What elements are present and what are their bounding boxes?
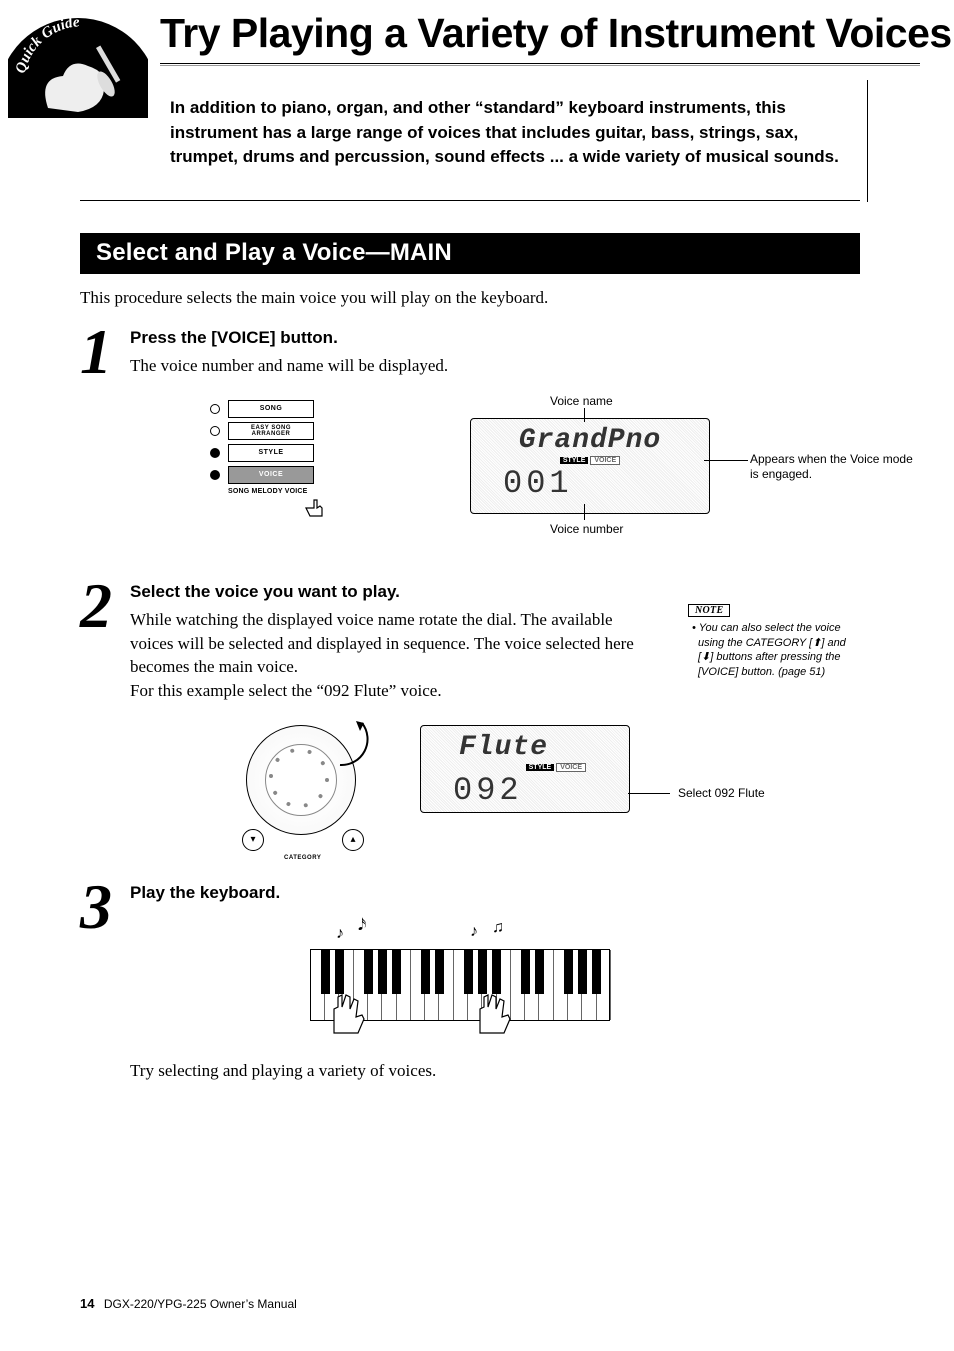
quick-guide-badge: Quick Guide: [8, 8, 148, 118]
music-note-icon: ♫: [492, 919, 504, 937]
page-footer: 14 DGX-220/YPG-225 Owner’s Manual: [80, 1296, 297, 1311]
intro-text: In addition to piano, organ, and other “…: [170, 96, 850, 170]
style-button-graphic: STYLE: [228, 444, 314, 462]
lcd-style-badge: STYLE: [526, 764, 555, 771]
step-heading: Play the keyboard.: [130, 883, 860, 903]
step-number: 2: [80, 580, 130, 631]
lcd-voice-name: GrandPno: [483, 425, 697, 456]
diagram-voice-button: SONG EASY SONG ARRANGER STYLE VOICE SONG…: [130, 394, 860, 564]
voice-button-graphic: VOICE: [228, 466, 314, 484]
lcd-display: GrandPno STYLEVOICE 001: [470, 418, 710, 514]
section-intro: This procedure selects the main voice yo…: [80, 288, 860, 308]
diagram-keyboard: ♪ 𝅘𝅥𝅯 ♪ ♫: [130, 909, 860, 1049]
section-heading: Select and Play a Voice—MAIN: [80, 233, 860, 274]
easy-song-button-graphic: EASY SONG ARRANGER: [228, 422, 314, 440]
callout-voice-number: Voice number: [550, 522, 623, 538]
lcd-voice-badge: VOICE: [556, 763, 586, 772]
step-number: 1: [80, 326, 130, 377]
step-1: 1 Press the [VOICE] button. The voice nu…: [80, 326, 860, 564]
hand-icon: [322, 989, 372, 1039]
callout-voice-name: Voice name: [550, 394, 613, 410]
diagram-dial: ▾ ▴ CATEGORY Flute STYLEVOICE 092 Select…: [130, 715, 860, 865]
callout-mode-engaged: Appears when the Voice mode is engaged.: [750, 452, 920, 483]
music-note-icon: ♪: [336, 925, 344, 943]
callout-select-flute: Select 092 Flute: [678, 786, 765, 802]
step-description: The voice number and name will be displa…: [130, 354, 650, 378]
step-number: 3: [80, 881, 130, 932]
category-up-icon: ▴: [342, 829, 364, 851]
step-3: 3 Play the keyboard. ♪ 𝅘𝅥𝅯 ♪ ♫: [80, 881, 860, 1049]
lcd-display-2: Flute STYLEVOICE 092: [420, 725, 630, 813]
step-description: While watching the displayed voice name …: [130, 608, 650, 703]
closing-text: Try selecting and playing a variety of v…: [130, 1061, 904, 1081]
lcd2-voice-name: Flute: [433, 732, 617, 763]
pointer-hand-icon: [302, 494, 330, 527]
lcd2-voice-number: 092: [433, 772, 617, 809]
note-box: NOTE • You can also select the voice usi…: [688, 604, 860, 680]
lcd-voice-number: 001: [483, 465, 697, 502]
dial-graphic: ▾ ▴ CATEGORY: [238, 721, 368, 851]
category-label: CATEGORY: [284, 855, 321, 861]
lcd-voice-badge: VOICE: [590, 456, 620, 465]
page-number: 14: [80, 1296, 94, 1311]
note-body: • You can also select the voice using th…: [688, 621, 860, 680]
step-heading: Press the [VOICE] button.: [130, 328, 860, 348]
panel-button-stack: SONG EASY SONG ARRANGER STYLE VOICE SONG…: [210, 400, 314, 495]
music-note-icon: 𝅘𝅥𝅯: [358, 917, 366, 935]
hand-icon: [468, 989, 518, 1039]
song-button-graphic: SONG: [228, 400, 314, 418]
lcd-style-badge: STYLE: [560, 457, 589, 464]
page-title: Try Playing a Variety of Instrument Voic…: [160, 10, 904, 57]
step-2: 2 Select the voice you want to play. Whi…: [80, 580, 860, 865]
category-down-icon: ▾: [242, 829, 264, 851]
footer-doc-title: DGX-220/YPG-225 Owner’s Manual: [104, 1297, 297, 1311]
music-note-icon: ♪: [470, 923, 478, 941]
step-heading: Select the voice you want to play.: [130, 582, 860, 602]
note-heading: NOTE: [688, 604, 730, 617]
